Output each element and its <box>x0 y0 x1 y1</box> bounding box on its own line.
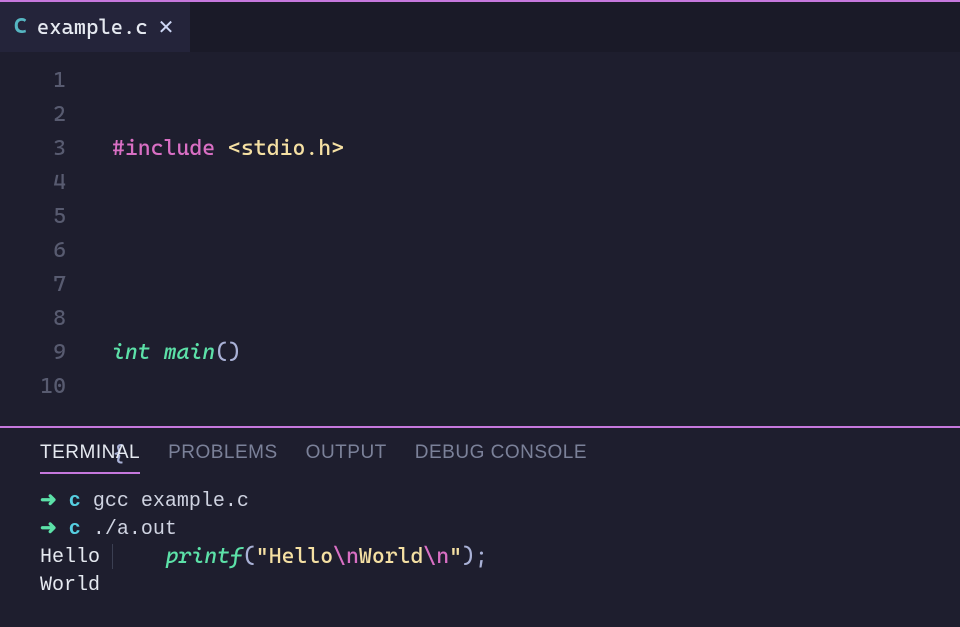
line-number: 1 <box>0 64 66 98</box>
terminal-command: gcc example.c <box>93 490 249 513</box>
code-line <box>112 234 960 268</box>
code-line: #include <stdio.h> <box>112 132 960 166</box>
tab-problems[interactable]: PROBLEMS <box>168 442 278 474</box>
code-line: printf("Hello\nWorld\n"); <box>112 540 960 574</box>
prompt-arrow-icon: ➜ <box>40 518 57 541</box>
line-number-gutter: 1 2 3 4 5 6 7 8 9 10 <box>0 64 88 426</box>
tab-output[interactable]: OUTPUT <box>306 442 387 474</box>
line-number: 9 <box>0 336 66 370</box>
code-editor[interactable]: 1 2 3 4 5 6 7 8 9 10 #include <stdio.h> … <box>0 52 960 426</box>
c-language-icon: C <box>14 16 27 38</box>
close-icon[interactable]: ✕ <box>158 17 175 37</box>
line-number: 3 <box>0 132 66 166</box>
line-number: 8 <box>0 302 66 336</box>
line-number: 2 <box>0 98 66 132</box>
terminal-command: ./a.out <box>93 518 177 541</box>
line-number: 4 <box>0 166 66 200</box>
editor-tab[interactable]: C example.c ✕ <box>0 2 190 52</box>
line-number: 10 <box>0 370 66 404</box>
tab-debug-console[interactable]: DEBUG CONSOLE <box>415 442 587 474</box>
code-line: int main() <box>112 336 960 370</box>
prompt-arrow-icon: ➜ <box>40 490 57 513</box>
tab-bar: C example.c ✕ <box>0 0 960 52</box>
code-area[interactable]: #include <stdio.h> int main() { printf("… <box>88 64 960 426</box>
line-number: 7 <box>0 268 66 302</box>
line-number: 5 <box>0 200 66 234</box>
line-number: 6 <box>0 234 66 268</box>
tab-terminal[interactable]: TERMINAL <box>40 442 140 474</box>
prompt-cwd: c <box>69 490 81 513</box>
prompt-cwd: c <box>69 518 81 541</box>
tab-filename: example.c <box>37 15 148 39</box>
